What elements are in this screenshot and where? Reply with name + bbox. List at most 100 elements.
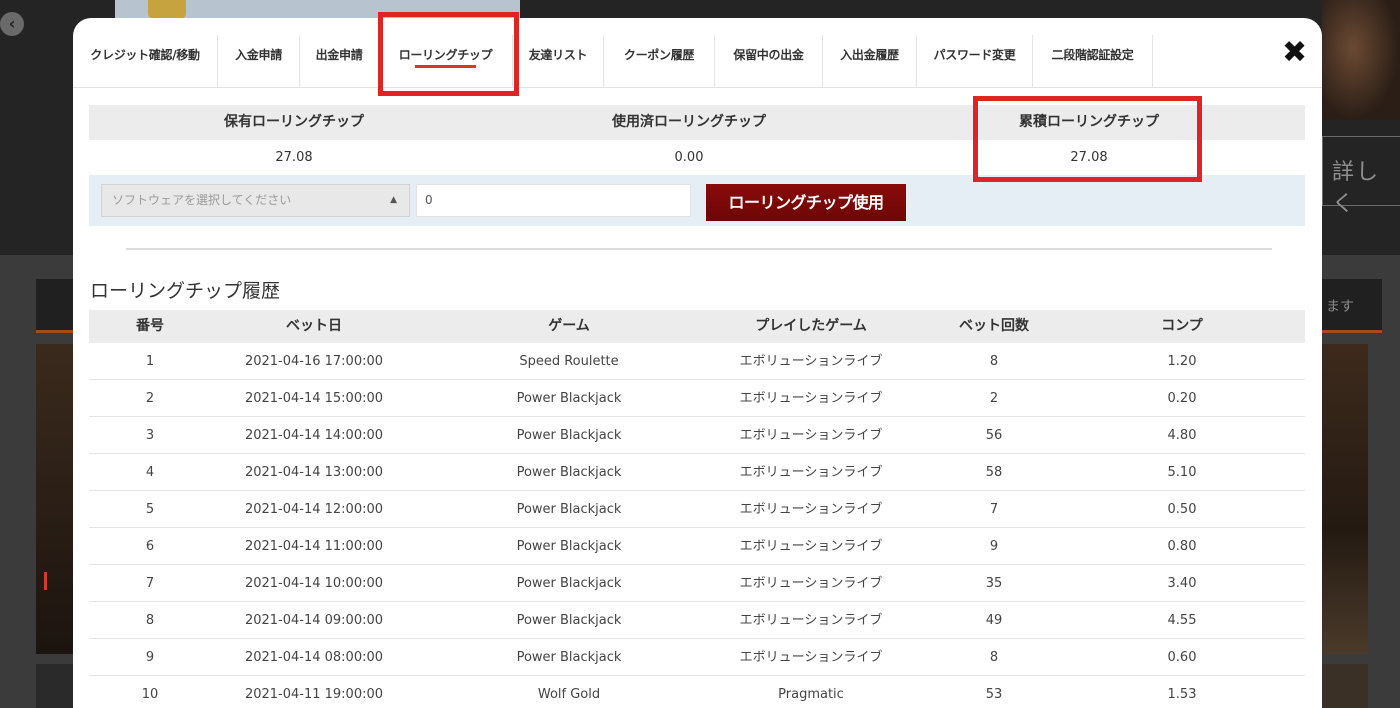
background-card-chip (148, 0, 186, 18)
bet-date: 2021-04-14 08:00:00 (244, 650, 384, 665)
bet-count: 7 (989, 502, 999, 517)
game-name: Power Blackjack (516, 428, 622, 443)
provider-name: Pragmatic (778, 687, 844, 702)
row-number: 7 (145, 576, 155, 591)
table-row: 1 2021-04-16 17:00:00 Speed Roulette エボリ… (89, 343, 1305, 380)
close-icon[interactable]: ✖ (1282, 38, 1307, 68)
game-name: Power Blackjack (516, 576, 622, 591)
column-header: ゲーム (548, 318, 590, 334)
table-row: 6 2021-04-14 11:00:00 Power Blackjack エボ… (89, 528, 1305, 565)
background-tab-text: ます (1326, 299, 1354, 315)
tab-coupon-history[interactable]: クーポン履歴 (604, 35, 715, 88)
background-tab-left[interactable] (36, 279, 76, 333)
use-rolling-chip-button[interactable]: ローリングチップ使用 (706, 184, 906, 221)
table-row: 4 2021-04-14 13:00:00 Power Blackjack エボ… (89, 454, 1305, 491)
tab-transaction-history[interactable]: 入出金履歴 (823, 35, 917, 88)
row-number: 6 (145, 539, 155, 554)
comp-value: 4.80 (1167, 428, 1197, 443)
bet-date: 2021-04-14 12:00:00 (244, 502, 384, 517)
column-header: ベット日 (286, 318, 342, 334)
bet-date: 2021-04-14 09:00:00 (244, 613, 384, 628)
comp-value: 1.53 (1167, 687, 1197, 702)
game-name: Power Blackjack (516, 650, 622, 665)
background-game-tile (36, 344, 73, 654)
game-name: Power Blackjack (516, 391, 622, 406)
bet-count: 56 (985, 428, 1003, 443)
background-game-tile (36, 664, 73, 708)
highlight-box-tab (378, 12, 519, 96)
provider-name: エボリューションライブ (739, 613, 883, 628)
provider-name: エボリューションライブ (739, 354, 883, 369)
history-title: ローリングチップ履歴 (90, 280, 281, 302)
column-header: 番号 (136, 318, 164, 334)
row-number: 9 (145, 650, 155, 665)
history-table-header: 番号 ベット日 ゲーム プレイしたゲーム ベット回数 コンプ (89, 310, 1305, 343)
bet-date: 2021-04-14 15:00:00 (244, 391, 384, 406)
provider-name: エボリューションライブ (739, 650, 883, 665)
bet-count: 9 (989, 539, 999, 554)
column-header: プレイしたゲーム (755, 318, 867, 334)
table-row: 7 2021-04-14 10:00:00 Power Blackjack エボ… (89, 565, 1305, 602)
column-header: ベット回数 (959, 318, 1029, 334)
tab-deposit-request[interactable]: 入金申請 (218, 35, 300, 88)
table-row: 10 2021-04-11 19:00:00 Wolf Gold Pragmat… (89, 676, 1305, 708)
provider-name: エボリューションライブ (739, 428, 883, 443)
table-row: 9 2021-04-14 08:00:00 Power Blackjack エボ… (89, 639, 1305, 676)
row-number: 1 (145, 354, 155, 369)
provider-name: エボリューションライブ (739, 502, 883, 517)
amount-input[interactable]: 0 (416, 184, 691, 217)
tab-credit[interactable]: クレジット確認/移動 (73, 35, 218, 88)
column-header: コンプ (1161, 318, 1203, 334)
game-name: Power Blackjack (516, 613, 622, 628)
background-photo (1322, 0, 1400, 120)
game-name: Power Blackjack (516, 539, 622, 554)
highlight-box-total (973, 96, 1202, 182)
provider-name: エボリューションライブ (739, 465, 883, 480)
bet-count: 8 (989, 650, 999, 665)
tab-bar: クレジット確認/移動 入金申請 出金申請 ローリングチップ 友達リスト クーポン… (73, 18, 1322, 88)
tab-withdraw-request[interactable]: 出金申請 (300, 35, 379, 88)
comp-value: 0.20 (1167, 391, 1197, 406)
comp-value: 5.10 (1167, 465, 1197, 480)
comp-value: 0.50 (1167, 502, 1197, 517)
divider (126, 248, 1272, 250)
game-name: Speed Roulette (519, 354, 619, 369)
row-number: 3 (145, 428, 155, 443)
chevron-left-icon[interactable]: ‹ (0, 12, 24, 36)
tab-two-factor[interactable]: 二段階認証設定 (1033, 35, 1153, 88)
bet-count: 8 (989, 354, 999, 369)
bet-date: 2021-04-14 13:00:00 (244, 465, 384, 480)
game-name: Power Blackjack (516, 502, 622, 517)
caret-up-icon: ▲ (390, 195, 397, 205)
table-row: 5 2021-04-14 12:00:00 Power Blackjack エボ… (89, 491, 1305, 528)
bet-count: 2 (989, 391, 999, 406)
row-number: 5 (145, 502, 155, 517)
software-select[interactable]: ソフトウェアを選択してください ▲ (101, 184, 410, 217)
row-number: 10 (141, 687, 159, 702)
row-number: 8 (145, 613, 155, 628)
bet-date: 2021-04-11 19:00:00 (244, 687, 384, 702)
game-name: Power Blackjack (516, 465, 622, 480)
bet-date: 2021-04-14 14:00:00 (244, 428, 384, 443)
comp-value: 3.40 (1167, 576, 1197, 591)
background-accent-mark (44, 572, 47, 590)
comp-value: 1.20 (1167, 354, 1197, 369)
background-details-text: 詳しく (1332, 160, 1381, 217)
table-row: 2 2021-04-14 15:00:00 Power Blackjack エボ… (89, 380, 1305, 417)
game-name: Wolf Gold (537, 687, 601, 702)
comp-value: 4.55 (1167, 613, 1197, 628)
held-chip-value: 27.08 (275, 150, 313, 165)
rolling-chip-controls: ソフトウェアを選択してください ▲ 0 ローリングチップ使用 (89, 175, 1305, 226)
held-chip-label: 保有ローリングチップ (224, 114, 364, 130)
tab-password-change[interactable]: パスワード変更 (917, 35, 1033, 88)
bet-count: 35 (985, 576, 1003, 591)
table-row: 8 2021-04-14 09:00:00 Power Blackjack エボ… (89, 602, 1305, 639)
table-row: 3 2021-04-14 14:00:00 Power Blackjack エボ… (89, 417, 1305, 454)
tab-pending-withdrawals[interactable]: 保留中の出金 (715, 35, 823, 88)
row-number: 2 (145, 391, 155, 406)
tab-friends-list[interactable]: 友達リスト (513, 35, 604, 88)
provider-name: エボリューションライブ (739, 391, 883, 406)
bet-date: 2021-04-16 17:00:00 (244, 354, 384, 369)
provider-name: エボリューションライブ (739, 539, 883, 554)
background-game-tile (1322, 664, 1368, 708)
